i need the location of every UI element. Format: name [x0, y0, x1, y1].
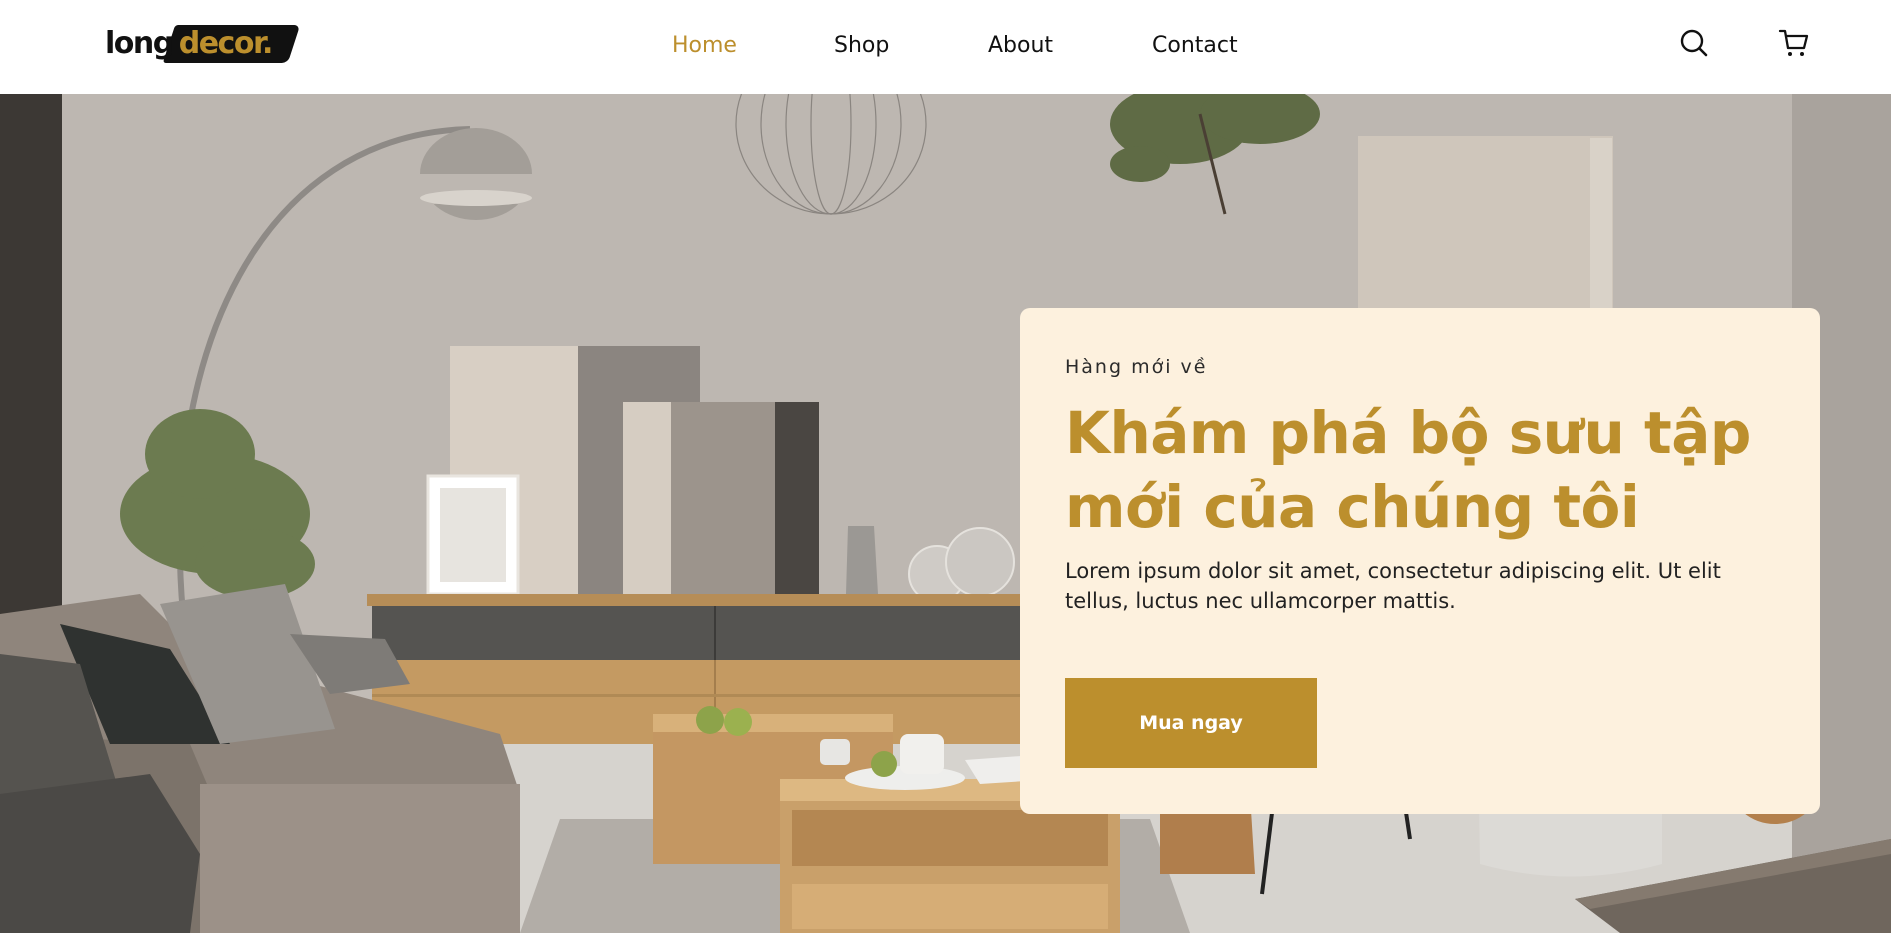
hero-description: Lorem ipsum dolor sit amet, consectetur …: [1065, 559, 1721, 613]
hero-card: Hàng mới về Khám phá bộ sưu tập mới của …: [1020, 308, 1820, 814]
nav-item-about[interactable]: About: [988, 33, 1152, 58]
hero-eyebrow: Hàng mới về: [1065, 356, 1208, 378]
cart-button[interactable]: [1777, 26, 1811, 60]
cart-icon: [1778, 29, 1809, 56]
logo-text-decor: decor.: [178, 26, 274, 61]
nav-item-contact[interactable]: Contact: [1152, 33, 1238, 58]
logo[interactable]: long decor.: [105, 24, 294, 64]
shop-now-button[interactable]: Mua ngay: [1065, 678, 1317, 768]
nav-item-home[interactable]: Home: [672, 33, 834, 58]
nav-item-shop[interactable]: Shop: [834, 33, 988, 58]
hero-section: Hàng mới về Khám phá bộ sưu tập mới của …: [0, 94, 1891, 933]
logo-badge: decor.: [169, 25, 294, 63]
search-icon: [1680, 29, 1708, 57]
main-nav: Home Shop About Contact: [672, 28, 1238, 62]
hero-title: Khám phá bộ sưu tập mới của chúng tôi: [1065, 399, 1751, 541]
site-header: long decor. Home Shop About Contact: [0, 0, 1891, 94]
logo-text-long: long: [105, 26, 174, 61]
search-button[interactable]: [1677, 26, 1711, 60]
